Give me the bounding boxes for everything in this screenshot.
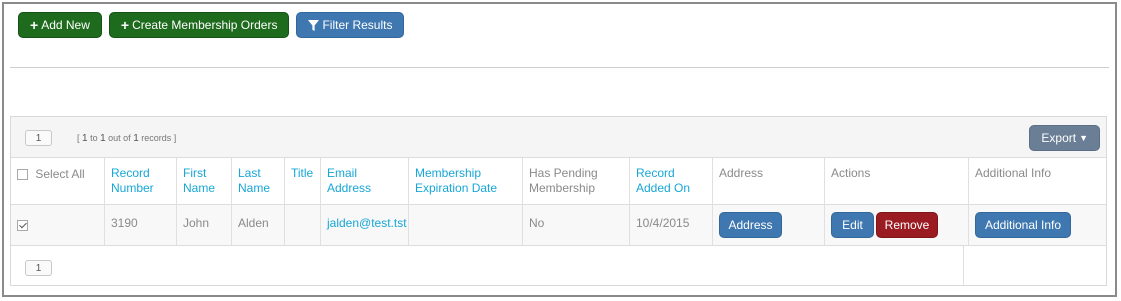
plus-icon: +: [30, 17, 39, 33]
export-button[interactable]: Export ▼: [1029, 125, 1100, 151]
footer-divider: [963, 246, 964, 285]
address-button[interactable]: Address: [719, 212, 782, 238]
col-email[interactable]: Email Address: [321, 158, 409, 205]
col-last-name[interactable]: Last Name: [232, 158, 285, 205]
filter-results-button[interactable]: Filter Results: [296, 12, 405, 38]
divider: [10, 67, 1109, 68]
select-all-header[interactable]: Select All: [11, 158, 105, 205]
col-first-name[interactable]: First Name: [177, 158, 232, 205]
col-address: Address: [713, 158, 825, 205]
create-membership-orders-button[interactable]: + Create Membership Orders: [108, 12, 290, 38]
cell-last-name: Alden: [232, 205, 285, 246]
paging-info: [ 1 to 1 out of 1 records ]: [77, 133, 177, 144]
col-record-number[interactable]: Record Number: [105, 158, 177, 205]
grid-footer: 1: [11, 246, 1106, 286]
cell-membership-exp: [409, 205, 523, 246]
cell-record-added: 10/4/2015: [630, 205, 713, 246]
toolbar: + Add New + Create Membership Orders Fil…: [18, 12, 405, 38]
remove-button[interactable]: Remove: [876, 212, 938, 238]
col-record-added[interactable]: Record Added On: [630, 158, 713, 205]
col-actions: Actions: [825, 158, 969, 205]
grid-toolbar: 1 [ 1 to 1 out of 1 records ] Export ▼: [11, 117, 1106, 158]
chevron-down-icon: ▼: [1079, 133, 1088, 143]
filter-icon: [308, 19, 320, 31]
cell-has-pending: No: [523, 205, 630, 246]
main-panel: + Add New + Create Membership Orders Fil…: [2, 2, 1117, 297]
plus-icon: +: [120, 17, 130, 33]
additional-info-button[interactable]: Additional Info: [975, 212, 1071, 238]
cell-actions: Edit Remove: [825, 205, 969, 246]
select-all-checkbox[interactable]: [17, 169, 28, 181]
row-checkbox[interactable]: [17, 220, 28, 232]
edit-button[interactable]: Edit: [831, 212, 874, 238]
email-link[interactable]: jalden@test.tst: [327, 216, 407, 230]
col-membership-exp[interactable]: Membership Expiration Date: [409, 158, 523, 205]
add-new-button[interactable]: + Add New: [18, 12, 102, 38]
col-title[interactable]: Title: [285, 158, 321, 205]
cell-first-name: John: [177, 205, 232, 246]
col-has-pending: Has Pending Membership: [523, 158, 630, 205]
cell-record-number: 3190: [105, 205, 177, 246]
cell-address: Address: [713, 205, 825, 246]
records-grid: 1 [ 1 to 1 out of 1 records ] Export ▼ S…: [10, 116, 1107, 286]
cell-additional-info: Additional Info: [969, 205, 1106, 246]
footer-page-number-box[interactable]: 1: [25, 260, 52, 276]
cell-title: [285, 205, 321, 246]
cell-email: jalden@test.tst: [321, 205, 409, 246]
page-number-box[interactable]: 1: [25, 130, 52, 146]
col-additional-info: Additional Info: [969, 158, 1106, 205]
row-select-cell: [11, 205, 105, 246]
